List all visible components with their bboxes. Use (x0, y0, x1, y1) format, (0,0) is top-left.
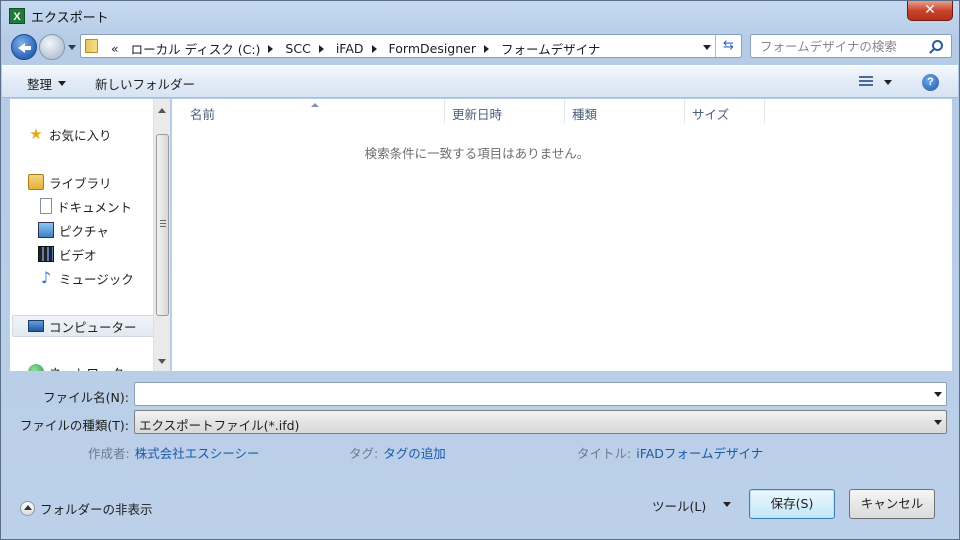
filename-field[interactable] (135, 383, 925, 405)
navigation-pane: ★ お気に入り ライブラリ ドキュメント ピクチャ ビデオ ♪ ミュージック コ… (10, 99, 169, 371)
computer-icon (28, 320, 44, 332)
breadcrumb: « ローカル ディスク (C:) SCC iFAD FormDesigner フ… (105, 39, 606, 58)
breadcrumb-current-folder[interactable]: フォームデザイナ (495, 39, 606, 58)
organize-menu-button[interactable]: 整理 (27, 74, 67, 93)
breadcrumb-formdesigner[interactable]: FormDesigner (383, 41, 482, 56)
export-dialog: X エクスポート ✕ « ローカル ディスク (C:) SCC iFAD For… (0, 0, 960, 540)
sidebar-item-label: お気に入り (49, 127, 112, 143)
tags-label: タグ: (349, 446, 379, 461)
chevron-right-icon[interactable] (371, 44, 381, 53)
title-bar: X エクスポート ✕ (1, 1, 959, 29)
sidebar-item-label: ビデオ (59, 247, 97, 263)
column-header-size[interactable]: サイズ (685, 99, 765, 124)
sidebar-item-label: ドキュメント (57, 199, 133, 215)
picture-icon (38, 222, 54, 238)
title-label: タイトル: (577, 446, 632, 461)
sidebar-item-label: ネットワーク (49, 363, 124, 372)
hide-folders-button[interactable]: フォルダーの非表示 (20, 499, 153, 518)
save-button[interactable]: 保存(S) (749, 489, 835, 519)
chevron-down-icon[interactable] (934, 420, 942, 429)
refresh-button[interactable]: ⇆ (715, 35, 741, 57)
breadcrumb-ifad[interactable]: iFAD (330, 41, 370, 56)
filetype-selected-value: エクスポートファイル(*.ifd) (139, 418, 300, 433)
chevron-right-icon[interactable] (318, 44, 328, 53)
chevron-right-icon[interactable] (268, 44, 277, 53)
title-value[interactable]: iFADフォームデザイナ (636, 446, 763, 461)
author-label: 作成者: (88, 446, 130, 461)
window-title: エクスポート (31, 11, 109, 26)
navigation-scrollbar[interactable] (153, 99, 170, 371)
star-icon: ★ (29, 125, 43, 143)
forward-button[interactable] (39, 34, 65, 60)
sidebar-item-label: コンピューター (49, 319, 137, 335)
search-icon[interactable] (932, 40, 943, 51)
organize-label: 整理 (27, 77, 53, 92)
network-icon (28, 364, 44, 371)
chevron-right-icon[interactable] (484, 44, 493, 53)
sidebar-item-libraries[interactable]: ライブラリ (28, 171, 169, 193)
sidebar-item-videos[interactable]: ビデオ (38, 243, 169, 265)
sidebar-item-label: ミュージック (59, 271, 134, 287)
empty-results-message: 検索条件に一致する項目はありません。 (364, 146, 590, 161)
address-bar[interactable]: « ローカル ディスク (C:) SCC iFAD FormDesigner フ… (80, 34, 742, 58)
author-property: 作成者: 株式会社エスシーシー (88, 443, 259, 462)
filename-combobox[interactable] (134, 382, 947, 406)
collapse-up-icon (20, 501, 35, 516)
help-icon[interactable]: ? (922, 74, 939, 91)
column-header-name[interactable]: 名前 (183, 99, 445, 124)
add-tag-link[interactable]: タグの追加 (383, 446, 446, 461)
filename-label: ファイル名(N): (43, 390, 129, 405)
tools-menu-button[interactable]: ツール(L) (652, 496, 706, 515)
recent-pages-dropdown[interactable] (68, 45, 76, 54)
search-box[interactable] (750, 34, 952, 58)
video-icon (38, 246, 54, 262)
sidebar-item-pictures[interactable]: ピクチャ (38, 219, 169, 241)
folder-icon (85, 39, 98, 53)
sidebar-item-network[interactable]: ネットワーク (28, 361, 169, 371)
sidebar-item-music[interactable]: ♪ ミュージック (38, 267, 169, 289)
library-icon (28, 174, 44, 190)
title-property: タイトル: iFADフォームデザイナ (577, 443, 763, 462)
scroll-up-icon[interactable] (158, 104, 166, 113)
sidebar-item-documents[interactable]: ドキュメント (38, 195, 169, 217)
filetype-label: ファイルの種類(T): (19, 418, 129, 433)
breadcrumb-scc[interactable]: SCC (279, 41, 316, 56)
filetype-select[interactable]: エクスポートファイル(*.ifd) (134, 410, 947, 434)
breadcrumb-overflow[interactable]: « (105, 41, 125, 56)
sidebar-item-computer[interactable]: コンピューター (12, 315, 154, 337)
cancel-button[interactable]: キャンセル (849, 489, 935, 519)
excel-app-icon: X (9, 8, 25, 24)
close-button[interactable]: ✕ (907, 1, 953, 21)
chevron-down-icon[interactable] (934, 392, 942, 401)
file-list[interactable]: 名前 更新日時 種類 サイズ 検索条件に一致する項目はありません。 (172, 99, 952, 371)
sidebar-item-favorites[interactable]: ★ お気に入り (28, 123, 169, 145)
new-folder-button[interactable]: 新しいフォルダー (95, 74, 195, 93)
view-options-dropdown[interactable] (884, 80, 892, 89)
search-input[interactable] (751, 35, 927, 57)
toolbar: 整理 新しいフォルダー ? (2, 65, 958, 98)
back-button[interactable] (11, 34, 37, 60)
author-value[interactable]: 株式会社エスシーシー (135, 446, 260, 461)
sidebar-item-label: ライブラリ (49, 175, 112, 191)
address-history-dropdown[interactable] (703, 45, 711, 54)
chevron-down-icon (58, 81, 67, 90)
music-icon: ♪ (40, 268, 52, 287)
view-options-icon[interactable] (859, 76, 873, 88)
tags-property: タグ: タグの追加 (349, 443, 446, 462)
scrollbar-thumb[interactable] (156, 134, 169, 316)
scroll-down-icon[interactable] (158, 359, 166, 368)
sidebar-item-label: ピクチャ (59, 223, 109, 239)
hide-folders-label: フォルダーの非表示 (40, 502, 153, 517)
grip-icon (160, 220, 166, 227)
column-header-type[interactable]: 種類 (565, 99, 685, 124)
column-header-modified[interactable]: 更新日時 (445, 99, 565, 124)
chevron-down-icon[interactable] (723, 502, 731, 511)
breadcrumb-local-disk[interactable]: ローカル ディスク (C:) (125, 39, 267, 58)
document-icon (40, 198, 52, 214)
